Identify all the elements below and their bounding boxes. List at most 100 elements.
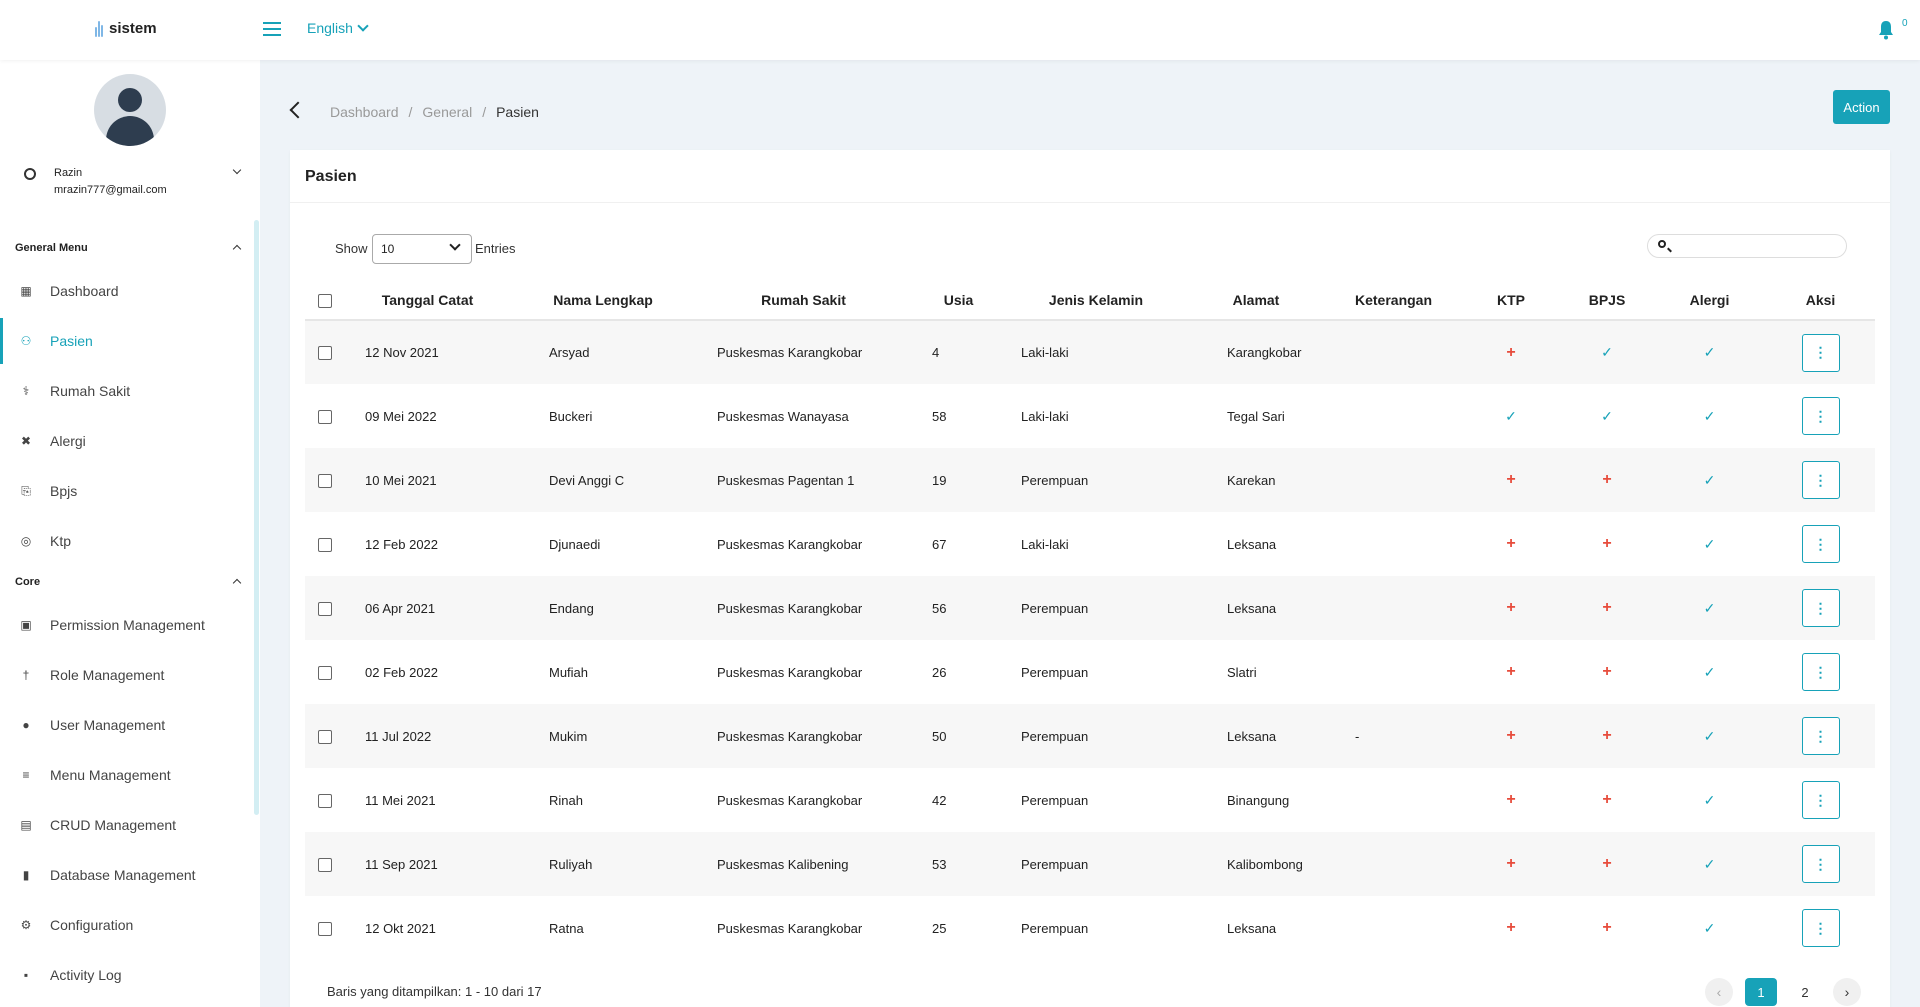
more-vertical-icon: ⋮: [1813, 855, 1828, 872]
row-select-cell: [305, 832, 345, 896]
cell-rumah-sakit: Puskesmas Karangkobar: [717, 792, 863, 808]
header-alergi[interactable]: Alergi: [1653, 280, 1766, 321]
header-usia[interactable]: Usia: [911, 280, 1006, 321]
select-all-cell: [305, 280, 345, 321]
log-icon: ▪: [23, 968, 29, 982]
cell-alergi: ✓: [1653, 704, 1766, 768]
sidebar-item-activity-log[interactable]: ▪ Activity Log: [0, 952, 254, 998]
table-row[interactable]: 12 Nov 2021 Arsyad Puskesmas Karangkobar 4 L…: [305, 320, 1875, 384]
table-row[interactable]: 09 Mei 2022 Buckeri Puskesmas Wanayasa 58 La…: [305, 384, 1875, 448]
breadcrumb-general[interactable]: General: [422, 104, 472, 120]
page-1-button[interactable]: 1: [1745, 978, 1777, 1006]
sidebar: Razin mrazin777@gmail.com General Menu ▦…: [0, 60, 260, 1007]
row-actions-button[interactable]: ⋮: [1801, 717, 1840, 755]
header-ktp[interactable]: KTP: [1461, 280, 1561, 321]
row-checkbox[interactable]: [318, 729, 332, 744]
avatar: [94, 74, 166, 146]
row-checkbox[interactable]: [318, 537, 332, 552]
select-all-checkbox[interactable]: [318, 293, 332, 308]
row-actions-button[interactable]: ⋮: [1801, 653, 1840, 691]
header-rumah-sakit[interactable]: Rumah Sakit: [696, 280, 911, 321]
table-row[interactable]: 11 Sep 2021 Ruliyah Puskesmas Kalibening 53…: [305, 832, 1875, 896]
page-2-button[interactable]: 2: [1789, 978, 1821, 1006]
next-page-icon[interactable]: ›: [1833, 978, 1861, 1006]
search-input[interactable]: [1647, 234, 1847, 258]
row-checkbox[interactable]: [318, 857, 332, 872]
cell-rumah-sakit: Puskesmas Karangkobar: [696, 320, 911, 384]
bell-icon[interactable]: [1878, 20, 1894, 40]
cell-jenis-kelamin: Laki-laki: [1021, 408, 1069, 424]
header-alamat[interactable]: Alamat: [1186, 280, 1326, 321]
cell-bpjs: +: [1561, 832, 1653, 896]
row-actions-button[interactable]: ⋮: [1801, 397, 1840, 435]
chevron-up-icon: [232, 244, 242, 254]
more-vertical-icon: ⋮: [1813, 727, 1828, 744]
header-keterangan[interactable]: Keterangan: [1326, 280, 1461, 321]
row-actions-button[interactable]: ⋮: [1801, 845, 1840, 883]
row-actions-button[interactable]: ⋮: [1801, 461, 1840, 499]
prev-page-icon[interactable]: ‹: [1705, 978, 1733, 1006]
cell-nama: Buckeri: [549, 408, 593, 424]
row-checkbox[interactable]: [318, 409, 332, 424]
row-checkbox[interactable]: [318, 665, 332, 680]
header-tanggal-catat[interactable]: Tanggal Catat: [345, 280, 510, 321]
header-jenis-kelamin[interactable]: Jenis Kelamin: [1006, 280, 1186, 321]
row-checkbox[interactable]: [318, 346, 332, 361]
table-row[interactable]: 12 Feb 2022 Djunaedi Puskesmas Karangkobar…: [305, 512, 1875, 576]
sidebar-item-menu-management[interactable]: ≡ Menu Management: [0, 752, 254, 798]
cell-tanggal: 09 Mei 2022: [365, 408, 437, 424]
cell-alergi: ✓: [1653, 448, 1766, 512]
action-button[interactable]: Action: [1833, 90, 1890, 124]
table-row[interactable]: 11 Mei 2021 Rinah Puskesmas Karangkobar 42 P…: [305, 768, 1875, 832]
sidebar-item-dashboard[interactable]: ▦ Dashboard: [0, 268, 254, 314]
entries-per-page-select[interactable]: 10: [372, 234, 472, 264]
app-logo[interactable]: sistem: [95, 19, 157, 37]
user-menu[interactable]: Razin mrazin777@gmail.com: [24, 165, 244, 205]
table-row[interactable]: 11 Jul 2022 Mukim Puskesmas Karangkobar 50 P…: [305, 704, 1875, 768]
cell-bpjs: +: [1561, 640, 1653, 704]
back-icon[interactable]: [289, 101, 307, 119]
cell-bpjs: +: [1561, 512, 1653, 576]
sidebar-item-pasien[interactable]: ⚇ Pasien: [0, 318, 254, 364]
sidebar-item-label: Pasien: [50, 333, 93, 349]
table-row[interactable]: 12 Okt 2021 Ratna Puskesmas Karangkobar 25 P…: [305, 896, 1875, 960]
table-row[interactable]: 02 Feb 2022 Mufiah Puskesmas Karangkobar 26…: [305, 640, 1875, 704]
section-core[interactable]: Core: [15, 576, 242, 588]
sidebar-item-crud-management[interactable]: ▤ CRUD Management: [0, 802, 254, 848]
cell-bpjs: +: [1561, 704, 1653, 768]
sidebar-item-database-management[interactable]: ▮ Database Management: [0, 852, 254, 898]
sidebar-item-rumah-sakit[interactable]: ⚕ Rumah Sakit: [0, 368, 254, 414]
cell-tanggal: 12 Feb 2022: [365, 536, 439, 552]
row-checkbox[interactable]: [318, 473, 332, 488]
row-actions-button[interactable]: ⋮: [1801, 781, 1840, 819]
hamburger-menu-icon[interactable]: [263, 22, 281, 36]
row-select-cell: [305, 896, 345, 960]
sidebar-item-configuration[interactable]: ⚙ Configuration: [0, 902, 254, 948]
cell-bpjs: +: [1561, 448, 1653, 512]
section-general-menu[interactable]: General Menu: [15, 242, 242, 254]
row-actions-button[interactable]: ⋮: [1801, 589, 1840, 627]
row-actions-button[interactable]: ⋮: [1801, 909, 1840, 947]
table-row[interactable]: 10 Mei 2021 Devi Anggi C Puskesmas Pagenta…: [305, 448, 1875, 512]
row-checkbox[interactable]: [318, 793, 332, 808]
row-checkbox[interactable]: [318, 921, 332, 936]
sidebar-item-permission-management[interactable]: ▣ Permission Management: [0, 602, 254, 648]
table-row[interactable]: 06 Apr 2021 Endang Puskesmas Karangkobar 56…: [305, 576, 1875, 640]
breadcrumb-dashboard[interactable]: Dashboard: [330, 104, 399, 120]
user-icon: ●: [22, 718, 30, 732]
row-actions-button[interactable]: ⋮: [1801, 525, 1840, 563]
cell-tanggal: 06 Apr 2021: [345, 576, 510, 640]
row-checkbox[interactable]: [318, 601, 332, 616]
sidebar-item-alergi[interactable]: ✖ Alergi: [0, 418, 254, 464]
row-actions-button[interactable]: ⋮: [1801, 333, 1840, 372]
sidebar-item-role-management[interactable]: † Role Management: [0, 652, 254, 698]
sidebar-item-user-management[interactable]: ● User Management: [0, 702, 254, 748]
language-selector[interactable]: English: [307, 20, 369, 36]
sidebar-scrollbar[interactable]: [254, 220, 259, 815]
cell-usia: 26: [932, 664, 947, 680]
cell-bpjs: +: [1561, 768, 1653, 832]
header-nama-lengkap[interactable]: Nama Lengkap: [510, 280, 696, 321]
sidebar-item-bpjs[interactable]: ⎘ Bpjs: [0, 468, 254, 514]
sidebar-item-ktp[interactable]: ◎ Ktp: [0, 518, 254, 564]
header-bpjs[interactable]: BPJS: [1561, 280, 1653, 321]
